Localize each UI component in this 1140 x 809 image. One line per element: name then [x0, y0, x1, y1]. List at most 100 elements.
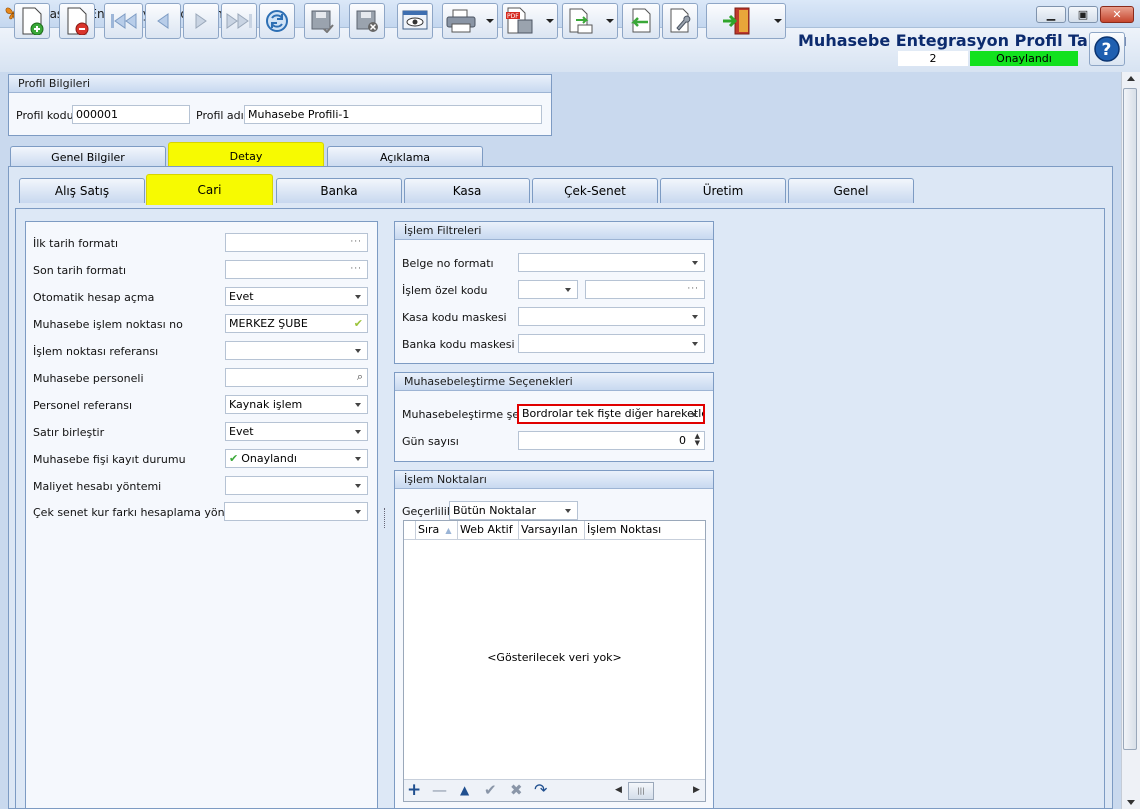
scroll-down-icon[interactable]	[1127, 800, 1135, 805]
field-9-input[interactable]	[225, 476, 368, 495]
refresh-icon	[266, 10, 288, 32]
tab-genel[interactable]: Genel	[788, 178, 914, 203]
tab-cek-senet[interactable]: Çek-Senet	[532, 178, 658, 203]
profil-adi-input[interactable]: Muhasebe Profili-1	[244, 105, 542, 124]
import-button[interactable]	[622, 3, 660, 39]
cancel-x-icon[interactable]: ✖	[510, 781, 523, 799]
islem-ozel-kodu-select[interactable]	[518, 280, 578, 299]
muhasebe-secenekleri-group: Muhasebeleştirme Seçenekleri Muhasebeleş…	[394, 372, 714, 462]
exit-button[interactable]	[706, 3, 786, 39]
tab-banka[interactable]: Banka	[276, 178, 402, 203]
field-0-input[interactable]: ···	[225, 233, 368, 252]
islem-ozel-kodu-input[interactable]: ···	[585, 280, 705, 299]
maximize-button[interactable]: ▣	[1068, 6, 1098, 23]
status-badge: Onaylandı	[970, 51, 1078, 66]
first-record-button[interactable]	[104, 3, 143, 39]
gecerlilik-label: Geçerlilik	[402, 505, 454, 518]
help-button[interactable]: ?	[1089, 32, 1125, 66]
chevron-down-icon	[355, 403, 361, 407]
tab-alis-satis[interactable]: Alış Satış	[19, 178, 145, 203]
next-record-button[interactable]	[183, 3, 219, 39]
gecerlilik-select[interactable]: Bütün Noktalar	[449, 501, 578, 520]
scroll-right-icon[interactable]: ▶	[693, 785, 700, 795]
field-6-input[interactable]: Kaynak işlem	[225, 395, 368, 414]
islem-noktalari-grid[interactable]: Sıra ▲ Web Aktif Varsayılan İşlem Noktası…	[403, 520, 706, 802]
column-sira[interactable]: Sıra ▲	[416, 521, 458, 539]
column-varsayilan[interactable]: Varsayılan	[519, 521, 585, 539]
field-0-label: İlk tarih formatı	[33, 237, 119, 250]
grid-empty-text: <Gösterilecek veri yok>	[487, 651, 622, 664]
preview-button[interactable]	[397, 3, 433, 39]
save-button[interactable]	[304, 3, 340, 39]
splitter-handle[interactable]	[384, 508, 387, 528]
gun-sayisi-input[interactable]: 0 ▲ ▼	[518, 431, 705, 450]
last-record-button[interactable]	[221, 3, 257, 39]
gun-sayisi-value: 0	[679, 434, 686, 447]
ellipsis-icon[interactable]: ···	[350, 261, 362, 278]
exit-door-icon	[723, 7, 750, 35]
tab-cari[interactable]: Cari	[146, 174, 273, 205]
scroll-thumb[interactable]	[1123, 88, 1137, 750]
islem-noktalari-group: İşlem Noktaları Geçerlilik Bütün Noktala…	[394, 470, 714, 809]
ellipsis-icon[interactable]: ···	[350, 234, 362, 251]
field-8-input[interactable]: ✔ Onaylandı	[225, 449, 368, 468]
delete-button[interactable]	[59, 3, 95, 39]
page-title: Muhasebe Entegrasyon Profil Tanımı	[798, 31, 1127, 50]
save-disk-icon	[311, 10, 334, 33]
kasa-kodu-maskesi-select[interactable]	[518, 307, 705, 326]
muhasebe-sekli-select[interactable]: Bordrolar tek fişte diğer hareketler	[517, 404, 705, 424]
previous-record-button[interactable]	[145, 3, 181, 39]
help-icon: ?	[1094, 36, 1120, 62]
column-web-aktif[interactable]: Web Aktif	[458, 521, 519, 539]
refresh-grid-icon[interactable]: ↷	[534, 780, 547, 799]
field-8-label: Muhasebe fişi kayıt durumu	[33, 453, 186, 466]
new-button[interactable]	[14, 3, 50, 39]
export-pdf-button[interactable]: PDF	[502, 3, 558, 39]
previous-icon	[157, 13, 169, 29]
field-7-input[interactable]: Evet	[225, 422, 368, 441]
field-10-input[interactable]	[224, 502, 368, 521]
transfer-button[interactable]	[562, 3, 618, 39]
spin-updown-icon[interactable]: ▲ ▼	[695, 433, 700, 447]
minimize-button[interactable]: ▁	[1036, 6, 1066, 23]
chevron-down-icon	[355, 510, 361, 514]
scroll-left-icon[interactable]: ◀	[615, 785, 622, 795]
field-10-label: Çek senet kur farkı hesaplama yöntemi	[33, 506, 250, 519]
remove-row-icon[interactable]: —	[432, 781, 447, 799]
refresh-button[interactable]	[259, 3, 295, 39]
cancel-save-icon	[356, 10, 378, 32]
tab-uretim[interactable]: Üretim	[660, 178, 786, 203]
horizontal-scroll-thumb[interactable]: |||	[628, 782, 654, 800]
ellipsis-icon[interactable]: ···	[687, 281, 699, 298]
add-row-icon[interactable]: +	[407, 780, 421, 800]
field-4-input[interactable]	[225, 341, 368, 360]
lookup-search-icon[interactable]: ⌕	[357, 369, 363, 385]
minimize-icon: ▁	[1046, 8, 1056, 21]
field-3-input[interactable]: MERKEZ ŞUBE ✔	[225, 314, 368, 333]
field-2-input[interactable]: Evet	[225, 287, 368, 306]
validate-check-icon[interactable]: ✔	[354, 315, 363, 332]
preview-eye-icon	[402, 10, 428, 30]
banka-kodu-maskesi-select[interactable]	[518, 334, 705, 353]
field-5-input[interactable]: ⌕	[225, 368, 368, 387]
column-islem-noktasi[interactable]: İşlem Noktası	[585, 521, 705, 539]
scroll-up-icon[interactable]	[1127, 76, 1135, 81]
gun-sayisi-label: Gün sayısı	[402, 435, 459, 448]
islem-ozel-kodu-label: İşlem özel kodu	[402, 284, 488, 297]
field-1-input[interactable]: ···	[225, 260, 368, 279]
belge-no-formati-select[interactable]	[518, 253, 705, 272]
chevron-down-icon	[546, 19, 554, 23]
print-button[interactable]	[442, 3, 498, 39]
field-5-label: Muhasebe personeli	[33, 372, 144, 385]
settings-button[interactable]	[662, 3, 698, 39]
tab-aciklama[interactable]: Açıklama	[327, 146, 483, 168]
tab-kasa[interactable]: Kasa	[404, 178, 530, 203]
move-up-icon[interactable]: ▲	[460, 783, 469, 797]
close-button[interactable]: ✕	[1100, 6, 1134, 23]
profil-kodu-input[interactable]: 000001	[72, 105, 190, 124]
tab-genel-bilgiler[interactable]: Genel Bilgiler	[10, 146, 166, 168]
post-check-icon[interactable]: ✔	[484, 781, 497, 799]
field-7-value: Evet	[229, 425, 254, 438]
field-3-label: Muhasebe işlem noktası no	[33, 318, 183, 331]
cancel-save-button[interactable]	[349, 3, 385, 39]
